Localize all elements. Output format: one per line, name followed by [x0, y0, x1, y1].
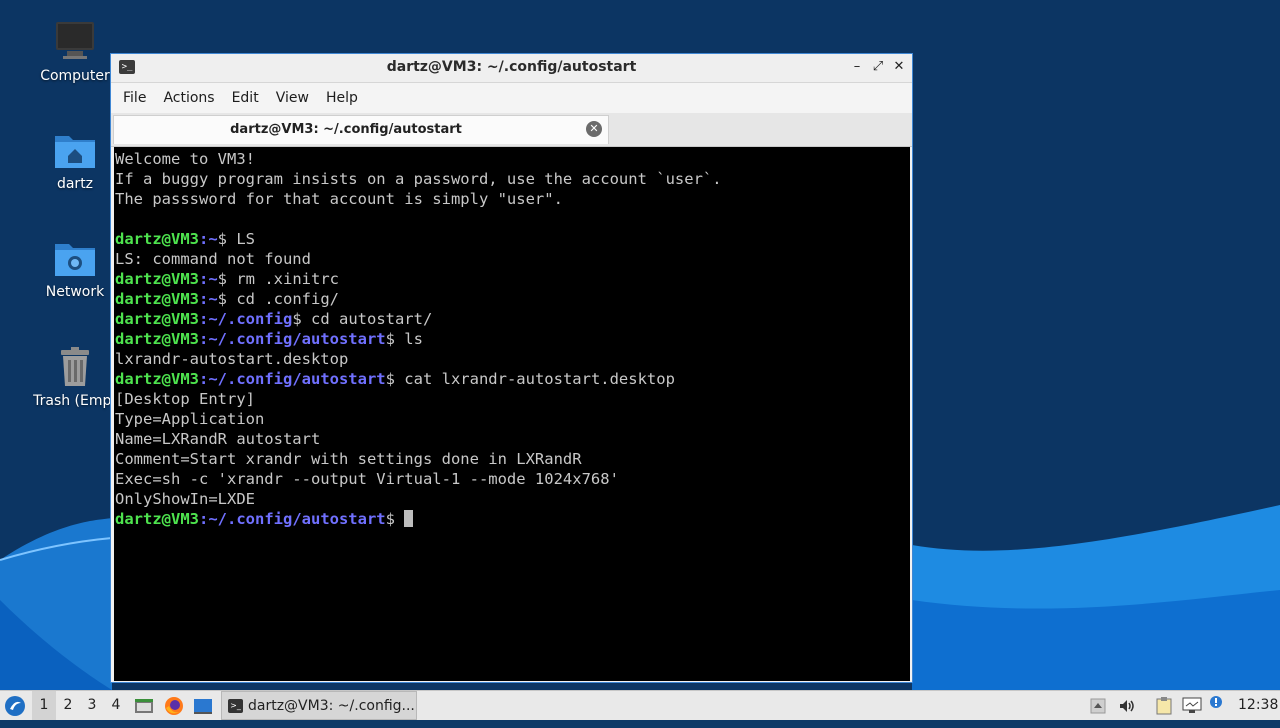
prompt-command: $	[385, 510, 405, 528]
prompt-command: $ rm .xinitrc	[217, 270, 339, 288]
prompt-user: dartz@VM3	[115, 270, 199, 288]
prompt-line: dartz@VM3:~$ rm .xinitrc	[115, 269, 910, 289]
desktop-icon-label: dartz	[56, 176, 94, 192]
desktop-icon-label: Trash (Empt	[33, 393, 117, 409]
volume-button[interactable]	[1118, 691, 1138, 720]
workspace-3[interactable]: 3	[80, 691, 104, 720]
lubuntu-logo-icon	[5, 696, 25, 716]
terminal-cursor	[404, 510, 414, 527]
tab-label: dartz@VM3: ~/.config/autostart	[230, 122, 462, 137]
home-folder-icon	[53, 128, 97, 172]
notification-icon	[1210, 696, 1222, 708]
prompt-command: $ cd autostart/	[292, 310, 433, 328]
network-folder-icon	[53, 236, 97, 280]
terminal-line: The passsword for that account is simply…	[115, 190, 563, 208]
prompt-path: :~/.config	[199, 310, 293, 328]
prompt-user: dartz@VM3	[115, 290, 199, 308]
start-menu-button[interactable]	[4, 691, 28, 720]
prompt-path: :~/.config/autostart	[199, 370, 386, 388]
desktop-icon-network[interactable]: Network	[27, 236, 123, 300]
menu-help[interactable]: Help	[319, 90, 365, 106]
prompt-user: dartz@VM3	[115, 230, 199, 248]
prompt-path: :~	[199, 230, 218, 248]
show-desktop-button[interactable]	[193, 691, 215, 720]
volume-icon	[1120, 700, 1134, 712]
terminal-line: Name=LXRandR autostart	[115, 430, 321, 448]
workspace-2[interactable]: 2	[56, 691, 80, 720]
file-manager-icon	[135, 699, 153, 713]
prompt-path: :~/.config/autostart	[199, 330, 386, 348]
terminal-window: >_ dartz@VM3: ~/.config/autostart – ⤢ ✕ …	[110, 53, 913, 683]
terminal-line: Welcome to VM3!	[115, 150, 255, 168]
close-button[interactable]: ✕	[891, 59, 907, 75]
desktop-icon-label: Computer	[40, 68, 110, 84]
menu-view[interactable]: View	[269, 90, 316, 106]
prompt-path: :~	[199, 290, 218, 308]
prompt-line: dartz@VM3:~/.config/autostart$ ls	[115, 329, 910, 349]
prompt-line: dartz@VM3:~$ LS	[115, 229, 910, 249]
desktop-icon-computer[interactable]: Computer	[27, 20, 123, 84]
tab-bar: dartz@VM3: ~/.config/autostart ✕	[111, 113, 912, 147]
file-manager-launcher[interactable]	[134, 691, 154, 720]
desktop-icon-home[interactable]: dartz	[27, 128, 123, 192]
taskbar-window-label: dartz@VM3: ~/.config...	[248, 698, 415, 714]
prompt-path: :~/.config/autostart	[199, 510, 386, 528]
menu-edit[interactable]: Edit	[225, 90, 266, 106]
clipboard-icon	[1156, 697, 1172, 715]
prompt-user: dartz@VM3	[115, 510, 199, 528]
terminal-line: Comment=Start xrandr with settings done …	[115, 450, 582, 468]
taskbar: 1 2 3 4 >_ dartz@VM3: ~/.config... 12:38	[0, 690, 1280, 720]
tray-up-arrow[interactable]	[1090, 691, 1110, 720]
prompt-command: $ ls	[385, 330, 423, 348]
prompt-user: dartz@VM3	[115, 370, 199, 388]
prompt-command: $ cat lxrandr-autostart.desktop	[385, 370, 675, 388]
prompt-path: :~	[199, 270, 218, 288]
clock[interactable]: 12:38	[1238, 691, 1278, 720]
taskbar-window-button[interactable]: >_ dartz@VM3: ~/.config...	[221, 691, 417, 720]
workspace-4[interactable]: 4	[104, 691, 128, 720]
firefox-icon	[165, 697, 183, 715]
prompt-user: dartz@VM3	[115, 330, 199, 348]
terminal-line: lxrandr-autostart.desktop	[115, 350, 349, 368]
terminal-tab[interactable]: dartz@VM3: ~/.config/autostart ✕	[113, 115, 609, 144]
prompt-line: dartz@VM3:~/.config/autostart$	[115, 509, 910, 529]
desktop-icon-trash[interactable]: Trash (Empt	[27, 345, 123, 409]
prompt-line: dartz@VM3:~/.config$ cd autostart/	[115, 309, 910, 329]
prompt-command: $ LS	[217, 230, 255, 248]
desktop-icon	[194, 699, 212, 714]
notification-button[interactable]	[1209, 691, 1227, 720]
terminal-line: Exec=sh -c 'xrandr --output Virtual-1 --…	[115, 470, 619, 488]
maximize-button[interactable]: ⤢	[870, 59, 886, 75]
prompt-command: $ cd .config/	[217, 290, 339, 308]
terminal-line: LS: command not found	[115, 250, 311, 268]
prompt-user: dartz@VM3	[115, 310, 199, 328]
terminal-line: Type=Application	[115, 410, 265, 428]
terminal-line: OnlyShowIn=LXDE	[115, 490, 255, 508]
computer-icon	[53, 20, 97, 64]
menu-bar: File Actions Edit View Help	[111, 83, 912, 113]
workspace-1[interactable]: 1	[32, 691, 56, 720]
minimize-button[interactable]: –	[849, 59, 865, 75]
network-tray-button[interactable]	[1182, 691, 1204, 720]
terminal-line: [Desktop Entry]	[115, 390, 255, 408]
terminal-output[interactable]: Welcome to VM3! If a buggy program insist…	[114, 147, 910, 681]
window-titlebar[interactable]: >_ dartz@VM3: ~/.config/autostart – ⤢ ✕	[111, 54, 912, 83]
firefox-launcher[interactable]	[164, 691, 186, 720]
terminal-line: If a buggy program insists on a password…	[115, 170, 722, 188]
network-icon	[1182, 697, 1202, 713]
tray-arrow-icon	[1090, 698, 1106, 714]
menu-file[interactable]: File	[116, 90, 153, 106]
prompt-line: dartz@VM3:~$ cd .config/	[115, 289, 910, 309]
trash-icon	[53, 345, 97, 389]
tab-close-icon[interactable]: ✕	[586, 121, 602, 137]
clipboard-button[interactable]	[1156, 691, 1176, 720]
menu-actions[interactable]: Actions	[156, 90, 221, 106]
window-title: dartz@VM3: ~/.config/autostart	[386, 59, 637, 75]
terminal-icon: >_	[228, 699, 243, 713]
prompt-line: dartz@VM3:~/.config/autostart$ cat lxran…	[115, 369, 910, 389]
desktop-icon-label: Network	[45, 284, 105, 300]
